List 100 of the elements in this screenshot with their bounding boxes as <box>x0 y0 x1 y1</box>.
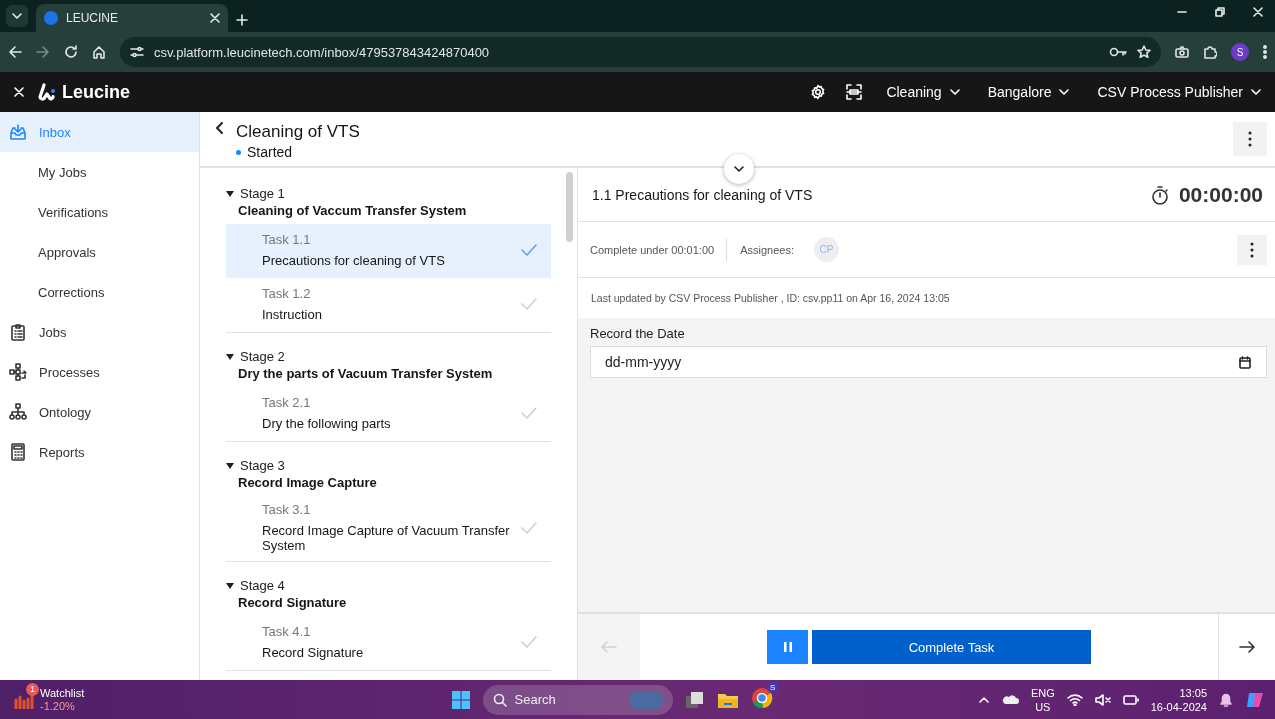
browser-tab[interactable]: LEUCINE <box>36 4 228 32</box>
settings-icon[interactable] <box>810 84 827 100</box>
last-updated-text: Last updated by CSV Process Publisher , ID: csv.pp11 on Apr 16, 2024 13:05 <box>590 291 951 306</box>
windows-icon[interactable] <box>450 689 471 710</box>
stage-name: Dry the parts of Vacuum Transfer System <box>238 366 494 381</box>
bell-icon[interactable] <box>1219 691 1233 708</box>
kebab-icon[interactable] <box>1263 45 1267 59</box>
sidebar-item[interactable]: Ontology <box>0 392 199 432</box>
caret-down-icon[interactable] <box>226 190 234 197</box>
plus-icon[interactable] <box>236 14 248 26</box>
forward-icon[interactable] <box>36 45 50 59</box>
clipboard-icon <box>9 323 27 341</box>
profile-avatar[interactable]: S <box>1231 43 1249 61</box>
date-field[interactable]: dd-mm-yyyy <box>590 346 1267 378</box>
logo-icon <box>38 83 56 101</box>
taskbar-search[interactable]: Search <box>482 684 673 715</box>
calendar-icon[interactable] <box>1239 356 1251 369</box>
check-icon <box>521 636 538 648</box>
header-dropdown[interactable]: Bangalore <box>983 84 1074 100</box>
hierarchy-icon <box>9 403 27 421</box>
puzzle-icon[interactable] <box>1203 45 1217 59</box>
language-indicator[interactable]: ENG US <box>1030 685 1055 714</box>
arrow-left-icon <box>601 641 617 653</box>
close-icon[interactable] <box>210 13 220 23</box>
close-icon[interactable] <box>1253 7 1263 17</box>
task-name: Record Image Capture of Vacuum Transfer System <box>262 523 511 553</box>
date-text: 16-04-2024 <box>1150 699 1207 714</box>
watchlist-change: -1.20% <box>40 699 76 713</box>
check-icon <box>521 521 538 534</box>
task-number: Task 1.2 <box>262 286 312 301</box>
complete-task-button[interactable]: Complete Task <box>812 630 1091 664</box>
sidebar-item[interactable]: Jobs <box>0 312 199 352</box>
back-icon[interactable] <box>216 122 224 134</box>
muted-speaker-icon[interactable] <box>1094 693 1111 706</box>
site-settings-icon[interactable] <box>130 46 144 58</box>
sidebar-item[interactable]: My Jobs <box>0 152 199 192</box>
language-text: ENG <box>1030 685 1055 700</box>
sidebar-item[interactable]: Verifications <box>0 192 199 232</box>
kebab-icon <box>1248 131 1252 147</box>
sidebar-label: Reports <box>39 444 85 460</box>
task-item[interactable]: Task 4.1 Record Signature <box>226 616 552 670</box>
task-item[interactable]: Task 1.2 Instruction <box>226 278 552 332</box>
status-dot <box>236 149 241 155</box>
pause-icon <box>783 642 792 652</box>
task-item[interactable]: Task 2.1 Dry the following parts <box>226 387 552 441</box>
scan-icon[interactable] <box>846 84 863 100</box>
copilot-icon[interactable] <box>1245 690 1265 709</box>
collapse-button[interactable] <box>724 154 754 184</box>
tab-title: LEUCINE <box>66 11 119 25</box>
tab-list-button[interactable] <box>6 5 28 27</box>
sidebar-label: Jobs <box>39 324 67 340</box>
header-dropdown[interactable]: CSV Process Publisher <box>1093 84 1265 100</box>
chevron-down-icon <box>1059 89 1070 95</box>
task-view-icon[interactable] <box>684 690 705 709</box>
address-field[interactable]: csv.platform.leucinetech.com/inbox/479537843424870400 <box>120 37 1161 67</box>
notification-badge: 1 <box>26 682 39 696</box>
profile-badge: S <box>766 681 779 693</box>
task-number: Task 4.1 <box>262 624 312 639</box>
wifi-icon[interactable] <box>1066 693 1083 706</box>
sidebar-item[interactable]: Processes <box>0 352 199 392</box>
camera-icon[interactable] <box>1175 46 1189 58</box>
chrome-icon[interactable] <box>750 687 773 709</box>
cloud-icon[interactable] <box>1000 694 1019 705</box>
caret-down-icon[interactable] <box>226 353 234 360</box>
restore-icon[interactable] <box>1215 7 1225 17</box>
logo-text: Leucine <box>62 81 131 103</box>
key-icon[interactable] <box>1109 47 1127 57</box>
task-number: Task 2.1 <box>262 395 312 410</box>
sidebar-item[interactable]: Reports <box>0 432 199 472</box>
star-icon[interactable] <box>1137 45 1151 59</box>
header-dropdown[interactable]: Cleaning <box>882 84 964 100</box>
assignees-label: Assignees: <box>740 243 794 256</box>
job-title: Cleaning of VTS <box>236 122 360 142</box>
arrow-right-icon <box>1239 641 1255 653</box>
task-item[interactable]: Task 1.1 Precautions for cleaning of VTS <box>226 224 552 278</box>
watchlist-title: Watchlist <box>40 686 85 700</box>
clock[interactable]: 13:05 16-04-2024 <box>1150 685 1207 714</box>
flowchart-icon <box>9 363 27 381</box>
scrollbar-thumb[interactable] <box>565 172 573 242</box>
caret-down-icon[interactable] <box>226 582 234 589</box>
task-number: Task 1.1 <box>262 232 312 247</box>
battery-icon[interactable] <box>1122 693 1139 706</box>
search-placeholder: Search <box>514 692 557 707</box>
stage-label: Stage 4 <box>240 578 285 593</box>
sidebar-item[interactable]: Corrections <box>0 272 199 312</box>
reload-icon[interactable] <box>64 45 78 59</box>
chevron-down-icon <box>12 13 22 19</box>
time-text: 13:05 <box>1179 685 1207 700</box>
task-item[interactable]: Task 3.1 Record Image Capture of Vacuum Transfer System <box>226 496 552 561</box>
calculator-icon <box>9 443 27 461</box>
chevron-up-icon[interactable] <box>978 696 989 703</box>
sidebar-item[interactable]: Approvals <box>0 232 199 272</box>
inbox-icon <box>9 123 27 141</box>
search-icon <box>492 692 507 707</box>
task-number: Task 3.1 <box>262 502 312 517</box>
caret-down-icon[interactable] <box>226 462 234 469</box>
home-icon[interactable] <box>92 45 106 59</box>
timer-text: 00:00:00 <box>1178 182 1263 207</box>
pause-button[interactable] <box>767 630 808 664</box>
check-icon <box>521 244 538 256</box>
